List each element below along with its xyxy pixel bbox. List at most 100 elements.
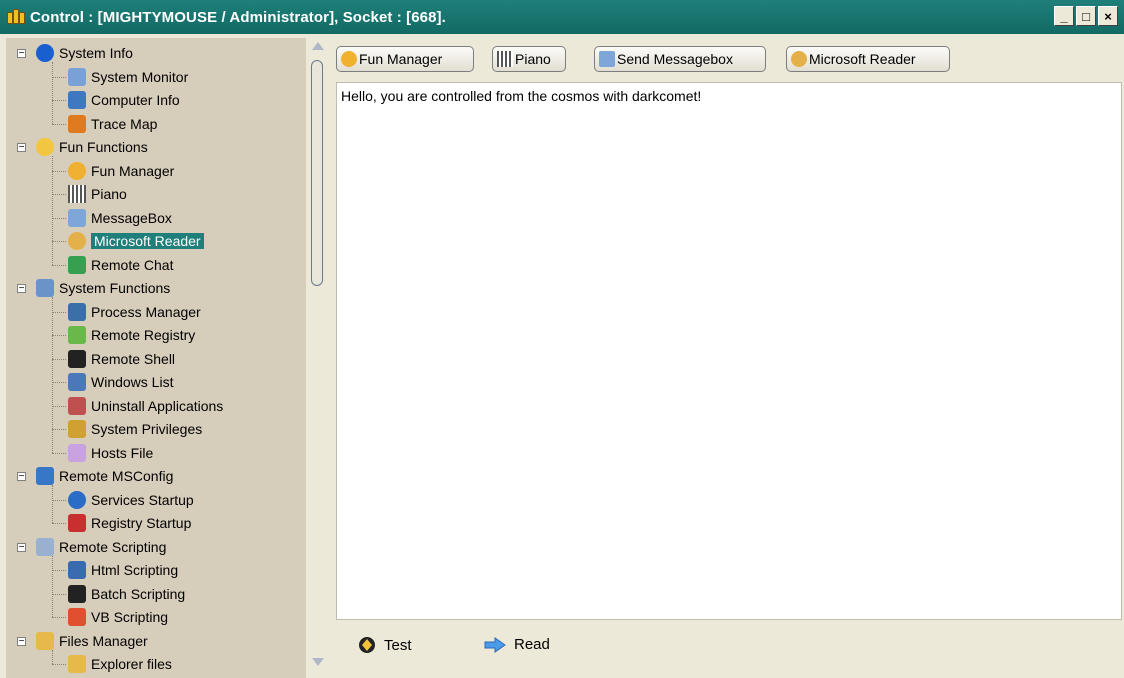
send-messagebox-button[interactable]: Send Messagebox bbox=[594, 46, 766, 72]
tree-connector bbox=[52, 123, 66, 125]
tree-item-label: Trace Map bbox=[91, 115, 158, 132]
monitor-icon bbox=[36, 467, 54, 485]
scroll-up-arrow-icon[interactable] bbox=[312, 42, 324, 50]
tree-item-label: Batch Scripting bbox=[91, 585, 186, 602]
tree-item-piano[interactable]: Piano bbox=[68, 183, 127, 205]
test-button-label: Test bbox=[384, 636, 412, 654]
action-bar: Test Read bbox=[336, 620, 1122, 678]
tree-item-services-startup[interactable]: Services Startup bbox=[68, 489, 194, 511]
tree-item-system-privileges[interactable]: System Privileges bbox=[68, 418, 202, 440]
piano-button[interactable]: Piano bbox=[492, 46, 566, 72]
tree-connector bbox=[52, 429, 66, 430]
collapse-toggle-icon[interactable]: − bbox=[17, 143, 26, 153]
app-icon bbox=[6, 8, 25, 26]
reader-text-area[interactable]: Hello, you are controlled from the cosmo… bbox=[336, 82, 1122, 620]
tree-connector bbox=[52, 382, 66, 383]
tree-item-label: Process Manager bbox=[91, 303, 201, 320]
tree-item-remote-shell[interactable]: Remote Shell bbox=[68, 348, 175, 370]
shield-icon bbox=[68, 420, 86, 438]
tree-item-html-scripting[interactable]: Html Scripting bbox=[68, 559, 178, 581]
tree-item-system-info[interactable]: System Info bbox=[36, 42, 133, 64]
cube-icon bbox=[68, 326, 86, 344]
tree-item-label: Fun Manager bbox=[91, 162, 175, 179]
tree-item-microsoft-reader[interactable]: Microsoft Reader bbox=[68, 230, 204, 252]
tree-item-files-manager[interactable]: Files Manager bbox=[36, 630, 148, 652]
collapse-toggle-icon[interactable]: − bbox=[17, 636, 26, 646]
maximize-button[interactable]: □ bbox=[1076, 6, 1096, 26]
send-messagebox-button-label: Send Messagebox bbox=[617, 51, 733, 67]
tree-item-computer-info[interactable]: Computer Info bbox=[68, 89, 180, 111]
chat-icon bbox=[68, 255, 86, 274]
tree-connector bbox=[52, 156, 53, 265]
tree-item-vb-scripting[interactable]: VB Scripting bbox=[68, 606, 168, 628]
minimize-button[interactable]: _ bbox=[1054, 6, 1074, 26]
test-button[interactable]: Test bbox=[358, 636, 412, 654]
folder-icon bbox=[68, 655, 86, 673]
tree-item-label: Uninstall Applications bbox=[91, 397, 224, 414]
tree-scrollbar[interactable] bbox=[310, 40, 326, 676]
tree-connector bbox=[52, 452, 66, 454]
tree-item-label: Remote Shell bbox=[91, 350, 176, 367]
tree-item-batch-scripting[interactable]: Batch Scripting bbox=[68, 583, 185, 605]
scroll-thumb[interactable] bbox=[311, 60, 323, 286]
gear-icon bbox=[36, 279, 54, 297]
tree-item-trace-map[interactable]: Trace Map bbox=[68, 113, 157, 135]
tree-item-remote-registry[interactable]: Remote Registry bbox=[68, 324, 195, 346]
close-button[interactable]: × bbox=[1098, 6, 1118, 26]
collapse-toggle-icon[interactable]: − bbox=[17, 542, 26, 552]
tree-item-remote-chat[interactable]: Remote Chat bbox=[68, 254, 173, 276]
tree-item-remote-scripting[interactable]: Remote Scripting bbox=[36, 536, 166, 558]
tree-item-label: Microsoft Reader bbox=[91, 233, 204, 249]
collapse-toggle-icon[interactable]: − bbox=[17, 49, 26, 59]
collapse-toggle-icon[interactable]: − bbox=[17, 284, 26, 294]
tree-item-hosts-file[interactable]: Hosts File bbox=[68, 442, 153, 464]
tree-item-explorer-files[interactable]: Explorer files bbox=[68, 653, 172, 675]
tree-item-fun-manager[interactable]: Fun Manager bbox=[68, 160, 174, 182]
tree-item-label: Piano bbox=[91, 186, 127, 202]
tree-connector bbox=[52, 76, 66, 78]
tree-connector bbox=[52, 555, 53, 617]
tree-item-registry-startup[interactable]: Registry Startup bbox=[68, 512, 191, 534]
tree-connector bbox=[52, 358, 66, 360]
messagebox-icon bbox=[68, 208, 86, 227]
scroll-down-arrow-icon[interactable] bbox=[312, 658, 324, 666]
arrow-right-icon bbox=[484, 636, 506, 653]
tree-item-system-monitor[interactable]: System Monitor bbox=[68, 66, 188, 88]
tree-item-messagebox[interactable]: MessageBox bbox=[68, 207, 172, 229]
tree-item-label: System Functions bbox=[59, 280, 171, 296]
window-icon bbox=[68, 373, 86, 391]
collapse-toggle-icon[interactable]: − bbox=[17, 472, 26, 482]
tree-item-fun-functions[interactable]: Fun Functions bbox=[36, 136, 148, 158]
piano-icon bbox=[497, 51, 513, 67]
tree-connector bbox=[52, 405, 66, 407]
read-button[interactable]: Read bbox=[484, 636, 550, 653]
microsoft-reader-button[interactable]: Microsoft Reader bbox=[786, 46, 950, 72]
map-icon bbox=[68, 114, 86, 133]
title-bar[interactable]: Control : [MIGHTYMOUSE / Administrator],… bbox=[0, 0, 1124, 34]
tree-connector bbox=[52, 593, 66, 595]
tree-connector bbox=[52, 264, 66, 266]
fun-manager-button[interactable]: Fun Manager bbox=[336, 46, 474, 72]
tree-connector bbox=[52, 217, 66, 219]
tree-item-label: VB Scripting bbox=[91, 609, 169, 625]
toolbox-icon bbox=[68, 514, 86, 532]
terminal-icon bbox=[68, 349, 86, 368]
fun-manager-button-label: Fun Manager bbox=[359, 51, 443, 67]
tree-item-label: MessageBox bbox=[91, 209, 172, 226]
tree-item-system-functions[interactable]: System Functions bbox=[36, 277, 170, 299]
tree-connector bbox=[52, 664, 66, 665]
tree-connector bbox=[52, 499, 66, 501]
tree-item-label: Explorer files bbox=[91, 656, 172, 672]
reader-icon bbox=[791, 51, 807, 67]
info-icon bbox=[36, 44, 54, 62]
function-tree[interactable]: System Info − System Monitor Computer Info T… bbox=[6, 38, 306, 678]
tree-item-label: System Info bbox=[59, 45, 133, 61]
tree-connector bbox=[52, 570, 66, 571]
tree-connector bbox=[52, 241, 66, 242]
tree-connector bbox=[52, 335, 66, 336]
tree-item-label: Files Manager bbox=[59, 632, 148, 649]
tree-item-process-manager[interactable]: Process Manager bbox=[68, 301, 201, 323]
tree-item-uninstall-applications[interactable]: Uninstall Applications bbox=[68, 395, 223, 417]
tree-item-remote-msconfig[interactable]: Remote MSConfig bbox=[36, 465, 173, 487]
tree-item-windows-list[interactable]: Windows List bbox=[68, 371, 173, 393]
